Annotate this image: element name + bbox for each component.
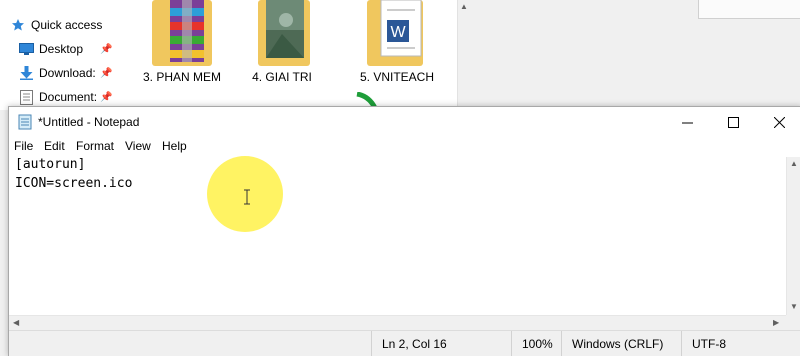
- nav-item-documents[interactable]: Document: 📌: [18, 86, 115, 108]
- desktop-icon: [18, 41, 34, 57]
- scroll-left-arrow-icon[interactable]: ◀: [13, 318, 19, 327]
- file-explorer-window: Quick access Desktop 📌 Download: 📌 Docum…: [0, 0, 471, 110]
- maximize-icon: [727, 116, 739, 128]
- nav-item-label: Quick access: [31, 18, 103, 32]
- text-cursor-icon: [244, 189, 250, 205]
- folder-item[interactable]: W 5. VNITEACH: [347, 0, 447, 100]
- menu-format[interactable]: Format: [76, 139, 114, 153]
- editor-line: [autorun]: [15, 157, 86, 172]
- vertical-scrollbar[interactable]: ▲ ▼: [786, 157, 800, 315]
- pin-icon: 📌: [100, 91, 113, 103]
- download-arrow-icon: [18, 65, 34, 81]
- title-bar[interactable]: *Untitled - Notepad: [9, 107, 800, 137]
- folder-label: 3. PHAN MEM: [142, 70, 221, 84]
- nav-item-label: Document:: [39, 90, 98, 104]
- scroll-right-arrow-icon[interactable]: ▶: [773, 318, 779, 327]
- status-encoding: UTF-8: [681, 331, 800, 356]
- winrar-folder-icon: [152, 0, 212, 66]
- star-icon: [10, 17, 26, 33]
- explorer-vertical-scrollbar[interactable]: ▲: [457, 0, 471, 110]
- background-area: [470, 0, 800, 110]
- picture-folder-icon: [258, 0, 310, 66]
- menu-edit[interactable]: Edit: [44, 139, 65, 153]
- menu-help[interactable]: Help: [162, 139, 187, 153]
- minimize-button[interactable]: [664, 107, 710, 137]
- nav-item-quick-access[interactable]: Quick access: [10, 14, 125, 36]
- scroll-down-arrow-icon[interactable]: ▼: [790, 302, 798, 311]
- menu-file[interactable]: File: [14, 139, 33, 153]
- window-title: *Untitled - Notepad: [38, 115, 140, 129]
- pin-icon: 📌: [100, 43, 113, 55]
- status-bar: Ln 2, Col 16 100% Windows (CRLF) UTF-8: [9, 330, 800, 356]
- nav-item-desktop[interactable]: Desktop 📌: [18, 38, 115, 60]
- status-line-ending: Windows (CRLF): [561, 331, 681, 356]
- nav-item-label: Desktop: [39, 42, 84, 56]
- document-icon: [18, 89, 34, 105]
- horizontal-scrollbar[interactable]: ◀ ▶: [9, 315, 786, 331]
- folder-label: 4. GIAI TRI: [252, 70, 312, 84]
- close-button[interactable]: [756, 107, 800, 137]
- scroll-up-arrow-icon[interactable]: ▲: [460, 2, 468, 11]
- svg-text:W: W: [390, 24, 406, 41]
- maximize-button[interactable]: [710, 107, 756, 137]
- menu-bar: File Edit Format View Help: [9, 137, 800, 157]
- pin-icon: 📌: [100, 67, 113, 79]
- nav-item-downloads[interactable]: Download: 📌: [18, 62, 115, 84]
- notepad-app-icon: [18, 114, 32, 130]
- scroll-up-arrow-icon[interactable]: ▲: [790, 159, 798, 168]
- editor-line: ICON=screen.ico: [15, 176, 133, 191]
- nav-item-label: Download:: [39, 66, 96, 80]
- scrollbar-corner: [786, 315, 800, 330]
- folder-item[interactable]: 4. GIAI TRI: [232, 0, 332, 100]
- folder-label: 5. VNITEACH: [359, 70, 434, 84]
- folder-item[interactable]: 3. PHAN MEM: [132, 0, 232, 100]
- word-document-folder-icon: W: [367, 0, 423, 66]
- status-cursor-position: Ln 2, Col 16: [371, 331, 511, 356]
- text-editor[interactable]: [autorun] ICON=screen.ico: [9, 157, 786, 315]
- status-zoom: 100%: [511, 331, 561, 356]
- search-box-edge[interactable]: [698, 0, 800, 19]
- menu-view[interactable]: View: [125, 139, 151, 153]
- minimize-icon: [681, 122, 693, 123]
- notepad-window: *Untitled - Notepad File Edit Format Vie…: [8, 106, 800, 356]
- navigation-pane: Quick access Desktop 📌 Download: 📌 Docum…: [0, 0, 115, 110]
- close-icon: [773, 116, 785, 128]
